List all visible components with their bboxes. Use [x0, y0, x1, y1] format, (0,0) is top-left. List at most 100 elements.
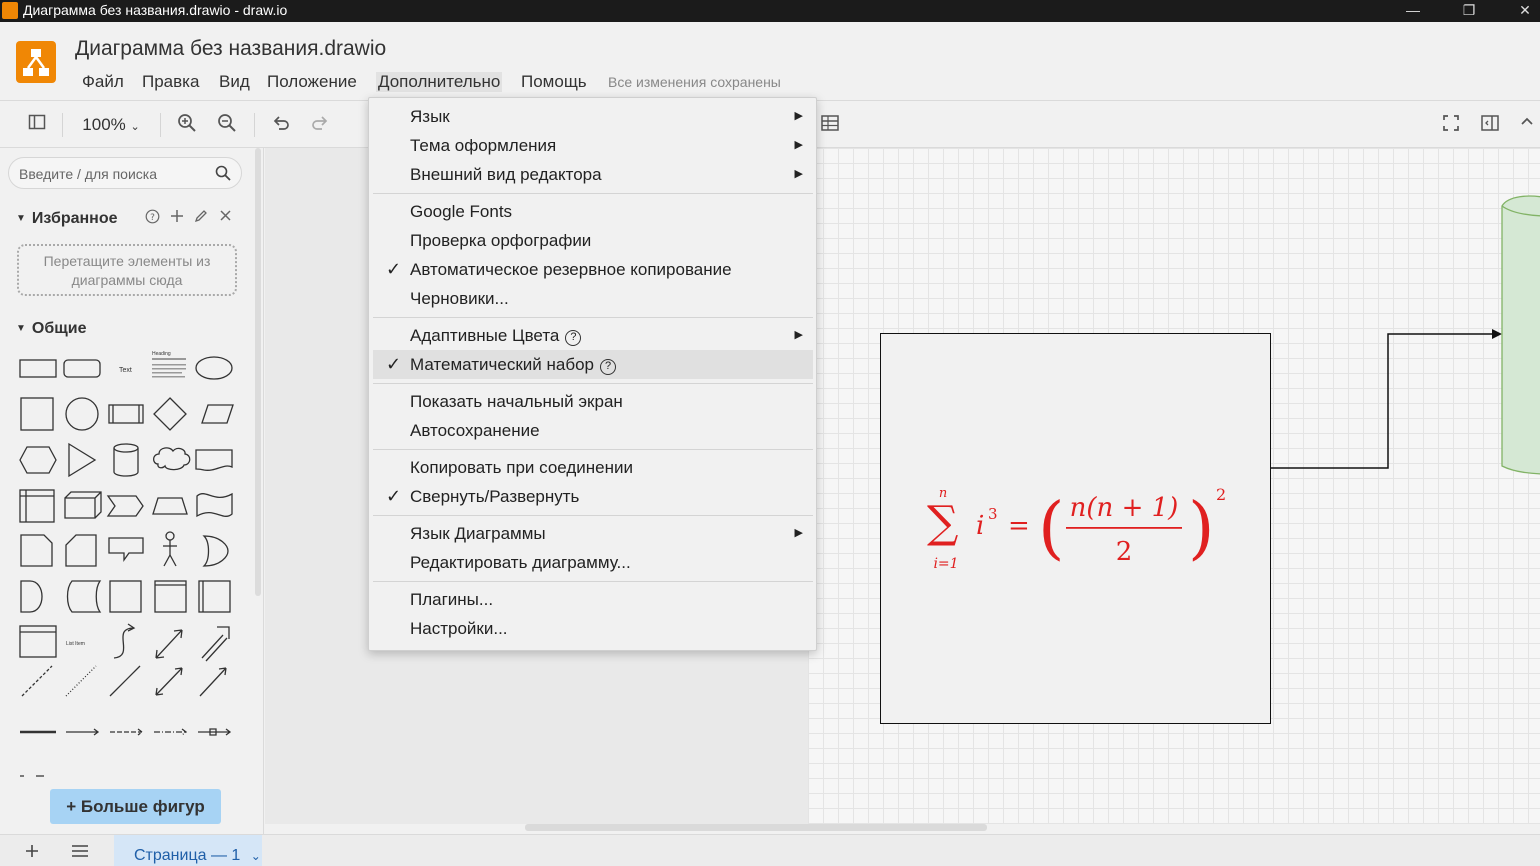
favorites-section-header[interactable]: ▼ Избранное — [16, 210, 118, 228]
submenu-arrow-icon: ▶ — [794, 329, 803, 341]
menu-separator — [373, 317, 813, 318]
menu-item[interactable]: Редактировать диаграмму... — [373, 548, 813, 577]
chevron-up-icon — [1521, 117, 1533, 125]
menu-item[interactable]: Google Fonts — [373, 197, 813, 226]
process-shape — [108, 404, 144, 424]
math-formula: n ∑ i=1 i 3 = ( n(n + 1) 2 ) 2 — [926, 484, 1226, 578]
menu-edit[interactable]: Правка — [140, 72, 201, 92]
pages-menu-button[interactable] — [71, 844, 89, 863]
menu-item-label: Автосохранение — [410, 421, 540, 440]
favorites-drop-zone[interactable]: Перетащите элементы из диаграммы сюда — [17, 244, 237, 296]
plus-icon — [26, 845, 38, 857]
right-paren-icon: ) — [1188, 489, 1215, 568]
menu-separator — [373, 193, 813, 194]
zoom-in-button[interactable] — [175, 113, 199, 137]
help-icon[interactable]: ? — [565, 330, 582, 346]
more-shapes-button[interactable]: + Больше фигур — [50, 789, 221, 824]
minimize-button[interactable]: — — [1390, 0, 1436, 22]
list-item-shape: List Item — [66, 641, 85, 647]
menu-file[interactable]: Файл — [80, 72, 126, 92]
general-title: Общие — [31, 320, 87, 337]
redo-icon — [312, 116, 328, 130]
add-page-button[interactable] — [24, 843, 40, 864]
drawio-logo-icon — [23, 49, 49, 76]
menu-item-label: Язык Диаграммы — [410, 524, 546, 543]
menu-item[interactable]: Язык ▶ — [373, 102, 813, 131]
undo-button[interactable] — [269, 113, 293, 137]
menu-help[interactable]: Помощь — [519, 72, 589, 92]
menu-item[interactable]: ✓ Математический набор? — [373, 350, 813, 379]
page-tab[interactable]: Страница — 1 ⌄ — [114, 835, 262, 866]
menu-item-label: Настройки... — [410, 619, 508, 638]
zoom-in-icon — [178, 114, 196, 132]
menu-item[interactable]: ✓ Автоматическое резервное копирование — [373, 255, 813, 284]
sidebar-scrollbar[interactable] — [255, 148, 261, 596]
fullscreen-button[interactable] — [1439, 113, 1463, 137]
internal-storage-shape — [19, 489, 55, 523]
menu-item-label: Черновики... — [410, 289, 509, 308]
drawio-app-icon — [2, 2, 18, 19]
menu-item-label: Google Fonts — [410, 202, 513, 221]
search-icon[interactable] — [215, 165, 231, 185]
menu-view[interactable]: Вид — [217, 72, 252, 92]
menu-arrange[interactable]: Положение — [265, 72, 359, 92]
formula-svg: n ∑ i=1 i 3 = ( n(n + 1) 2 ) 2 — [927, 485, 1226, 572]
diagram-canvas[interactable]: n ∑ i=1 i 3 = ( n(n + 1) 2 ) 2 — [808, 148, 1540, 824]
menu-item[interactable]: Тема оформления ▶ — [373, 131, 813, 160]
heading-shape: Heading — [152, 351, 171, 357]
chevron-down-icon[interactable]: ⌄ — [251, 849, 261, 863]
outer-exponent: 2 — [1216, 485, 1226, 504]
menu-item[interactable]: Копировать при соединении — [373, 453, 813, 482]
general-section-header[interactable]: ▼ Общие — [16, 320, 86, 338]
plus-icon: + — [66, 796, 81, 816]
line-shape — [109, 665, 141, 697]
menu-item[interactable]: Проверка орфографии — [373, 226, 813, 255]
menu-item[interactable]: Язык Диаграммы ▶ — [373, 519, 813, 548]
menu-item[interactable]: Автосохранение — [373, 416, 813, 445]
triangle-shape — [68, 442, 97, 478]
help-icon[interactable]: ? — [145, 209, 160, 227]
shape-search-box — [8, 157, 242, 189]
add-icon[interactable] — [170, 209, 184, 226]
menu-item[interactable]: Настройки... — [373, 614, 813, 643]
save-status[interactable]: Все изменения сохранены — [608, 74, 781, 90]
page-bar: Страница — 1 ⌄ — [0, 834, 1540, 866]
redo-button[interactable] — [308, 113, 332, 137]
menu-separator — [373, 449, 813, 450]
more-shapes-label: Больше фигур — [80, 796, 205, 816]
triangle-down-icon: ▼ — [16, 323, 26, 334]
dash-arrow-shape — [110, 728, 144, 736]
toggle-sidebar-button[interactable] — [26, 113, 48, 137]
edit-pencil-icon[interactable] — [194, 209, 208, 226]
format-panel-toggle-button[interactable] — [1478, 113, 1502, 137]
triangle-down-icon: ▼ — [16, 213, 26, 224]
collapse-toolbar-button[interactable] — [1516, 113, 1538, 137]
document-title[interactable]: Диаграмма без названия.drawio — [75, 37, 386, 61]
parallelogram-shape — [201, 404, 234, 424]
toolbar-separator — [62, 113, 63, 137]
zoom-out-button[interactable] — [215, 113, 239, 137]
close-icon[interactable] — [219, 209, 232, 225]
zoom-dropdown[interactable]: 100% ⌄ — [76, 113, 146, 137]
menu-item[interactable]: Черновики... — [373, 284, 813, 313]
menu-item[interactable]: ✓ Свернуть/Развернуть — [373, 482, 813, 511]
cylinder-partial-shape — [1501, 195, 1540, 475]
menu-item[interactable]: Внешний вид редактора ▶ — [373, 160, 813, 189]
math-shape[interactable]: n ∑ i=1 i 3 = ( n(n + 1) 2 ) 2 — [880, 333, 1271, 724]
menu-item-label: Внешний вид редактора — [410, 165, 602, 184]
close-window-button[interactable]: ✕ — [1502, 0, 1540, 22]
maximize-button[interactable]: ❐ — [1446, 0, 1492, 22]
shape-search-input[interactable] — [19, 164, 209, 184]
menu-item[interactable]: Плагины... — [373, 585, 813, 614]
menu-item[interactable]: Адаптивные Цвета? ▶ — [373, 321, 813, 350]
menu-item[interactable]: Показать начальный экран — [373, 387, 813, 416]
insert-table-button[interactable] — [818, 113, 842, 137]
menu-extras[interactable]: Дополнительно — [376, 72, 503, 92]
menu-item-label: Показать начальный экран — [410, 392, 623, 411]
submenu-arrow-icon: ▶ — [794, 139, 803, 151]
submenu-arrow-icon: ▶ — [794, 110, 803, 122]
menu-item-label: Тема оформления — [410, 136, 557, 155]
horizontal-scrollbar[interactable] — [525, 824, 987, 831]
help-icon[interactable]: ? — [600, 359, 616, 375]
menu-item-label: Математический набор — [410, 355, 594, 374]
